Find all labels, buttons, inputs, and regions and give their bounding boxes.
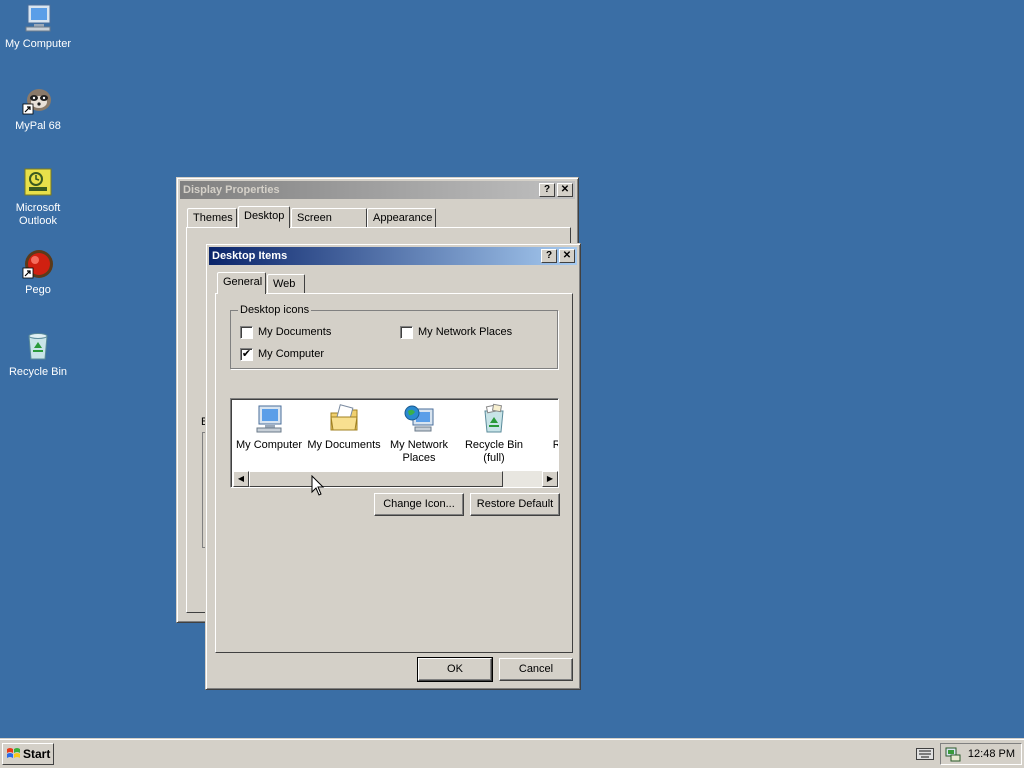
desktop-icon-label: Microsoft Outlook <box>15 202 61 227</box>
my-computer-checkbox[interactable]: ✔ <box>240 348 253 361</box>
tab-general[interactable]: General <box>217 272 266 294</box>
change-icon-button[interactable]: Change Icon... <box>374 493 464 516</box>
scroll-left-button[interactable]: ◀ <box>233 471 249 487</box>
tab-screen-saver[interactable]: Screen Saver <box>291 208 367 242</box>
tab-appearance[interactable]: Appearance <box>367 208 436 228</box>
network-places-icon <box>403 403 435 435</box>
desktop-items-titlebar[interactable]: Desktop Items ? ✕ <box>209 247 577 265</box>
tab-desktop[interactable]: Desktop <box>238 206 290 228</box>
desktop-icons-group: Desktop icons My Documents My Network Pl… <box>230 304 558 369</box>
clock[interactable]: 12:48 PM <box>968 744 1015 764</box>
desktop-icon-my-computer[interactable]: My Computer <box>0 2 76 51</box>
help-button[interactable]: ? <box>541 249 557 263</box>
keyboard-icon[interactable] <box>916 748 934 760</box>
list-item-label: Rec (e <box>531 439 558 452</box>
display-properties-titlebar[interactable]: Display Properties ? ✕ <box>180 181 575 199</box>
list-item-my-documents[interactable]: My Documents <box>306 403 382 452</box>
network-status-icon[interactable] <box>945 747 961 762</box>
my-computer-icon <box>253 403 285 435</box>
desktop-icon-label: MyPal 68 <box>15 120 61 132</box>
my-network-places-checkbox[interactable] <box>400 326 413 339</box>
my-computer-checkbox-label[interactable]: My Computer <box>258 348 324 361</box>
restore-default-button[interactable]: Restore Default <box>470 493 560 516</box>
red-ball-shortcut-icon <box>22 248 54 280</box>
scroll-thumb[interactable] <box>249 471 503 487</box>
raccoon-shortcut-icon <box>22 84 54 116</box>
window-title: Desktop Items <box>212 250 288 262</box>
windows-logo-icon <box>7 748 20 758</box>
tab-themes[interactable]: Themes <box>187 208 237 228</box>
list-item-recycle-bin-full[interactable]: Recycle Bin (full) <box>456 403 532 465</box>
start-label: Start <box>23 747 51 761</box>
desktop-icon-pego[interactable]: Pego <box>0 248 76 297</box>
scroll-right-button[interactable]: ▶ <box>542 471 558 487</box>
mouse-cursor-icon <box>311 475 325 496</box>
my-documents-checkbox[interactable] <box>240 326 253 339</box>
list-item-label: Recycle Bin (full) <box>464 439 524 464</box>
desktop-icon-outlook[interactable]: Microsoft Outlook <box>0 166 76 228</box>
ok-button[interactable]: OK <box>417 657 493 682</box>
tab-web[interactable]: Web <box>267 274 305 294</box>
my-documents-icon <box>328 403 360 435</box>
recycle-bin-empty-icon <box>553 403 558 435</box>
close-button[interactable]: ✕ <box>557 183 573 197</box>
desktop-icon-label: My Computer <box>4 38 72 50</box>
recycle-bin-icon <box>22 330 54 362</box>
list-item-my-network-places[interactable]: My Network Places <box>381 403 457 465</box>
my-documents-checkbox-label[interactable]: My Documents <box>258 326 331 339</box>
desktop-icon-label: Recycle Bin <box>8 366 68 378</box>
list-item-label: My Network Places <box>389 439 449 464</box>
system-tray: 12:48 PM <box>940 743 1022 765</box>
desktop-items-dialog[interactable]: Desktop Items ? ✕ General Web Desktop ic… <box>205 243 581 690</box>
general-tab-panel: Desktop icons My Documents My Network Pl… <box>215 293 573 653</box>
desktop-icon-recycle-bin[interactable]: Recycle Bin <box>0 330 76 379</box>
window-title: Display Properties <box>183 184 280 196</box>
taskbar: Start 12:48 PM <box>0 738 1024 768</box>
help-button[interactable]: ? <box>539 183 555 197</box>
list-item-recycle-bin-empty[interactable]: Rec (e <box>531 403 558 452</box>
list-item-label: My Computer <box>235 439 303 451</box>
desktop-icon-label: Pego <box>25 284 51 296</box>
my-network-places-checkbox-label[interactable]: My Network Places <box>418 326 512 339</box>
outlook-icon <box>22 166 54 198</box>
desktop-icon-list[interactable]: My Computer My Documents My Network Plac… <box>230 398 559 488</box>
desktop-icon-mypal[interactable]: MyPal 68 <box>0 84 76 133</box>
my-computer-icon <box>22 2 54 34</box>
start-button[interactable]: Start <box>2 743 54 765</box>
recycle-bin-full-icon <box>478 403 510 435</box>
list-item-label: My Documents <box>307 439 381 451</box>
close-button[interactable]: ✕ <box>559 249 575 263</box>
group-title: Desktop icons <box>238 304 312 316</box>
list-item-my-computer[interactable]: My Computer <box>231 403 307 452</box>
cancel-button[interactable]: Cancel <box>499 658 573 681</box>
horizontal-scrollbar[interactable]: ◀ ▶ <box>233 471 558 487</box>
